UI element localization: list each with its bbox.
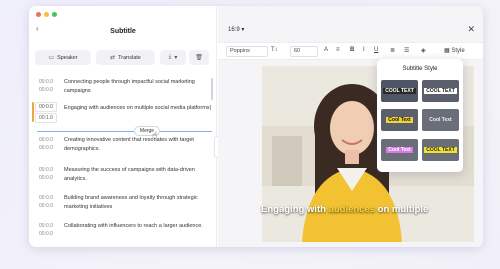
style-preset-4[interactable]: Cool Text <box>422 109 459 131</box>
text-size-icon[interactable]: T↕ <box>271 47 278 53</box>
end-time-input[interactable]: 00:1.0 <box>35 113 57 123</box>
download-icon: ⤓ <box>168 54 172 60</box>
row-time: 00:0.0 00:0.0 <box>39 194 53 210</box>
subtitle-row[interactable]: 00:0.0 00:0.0 Connecting people through … <box>29 76 217 100</box>
video-caption: Engaging with audiences on multiple <box>261 204 483 215</box>
row-time: 00:0.0 00:0.0 <box>39 136 53 152</box>
style-preset-6[interactable]: COOL TEXT <box>422 139 459 161</box>
caption-highlight: audiences <box>328 204 376 215</box>
subtitle-style-popover: Subtitle Style COOL TEXT COOL TEXT Cool … <box>377 59 463 172</box>
speaker-icon: ▭ <box>48 55 55 61</box>
speaker-label: Speaker <box>57 54 78 61</box>
style-preset-5[interactable]: Cool Text <box>381 139 418 161</box>
window-controls <box>36 12 57 17</box>
subtitle-row[interactable]: 00:0.0 00:0.0 Measuring the success of c… <box>29 164 217 188</box>
style-preset-1[interactable]: COOL TEXT <box>381 80 418 102</box>
subtitle-row[interactable]: 00:0.0 00:0.0 Collaborating with influen… <box>29 220 217 244</box>
style-button[interactable]: ▦ Style <box>444 47 465 54</box>
merge-divider <box>37 131 212 132</box>
underline-icon[interactable]: U <box>374 47 378 53</box>
caption-text: on multiple <box>375 204 429 215</box>
end-time: 00:0.0 <box>39 203 53 209</box>
preset-label: Cool Text <box>429 117 452 123</box>
scrollbar[interactable] <box>211 78 213 100</box>
close-icon[interactable]: ✕ <box>467 24 475 35</box>
translate-label: Translate <box>118 54 141 61</box>
subtitle-text[interactable]: Building brand awareness and loyalty thr… <box>64 194 212 211</box>
chevron-down-icon: ▾ <box>174 55 178 61</box>
font-select[interactable]: Poppins <box>226 46 268 57</box>
preset-label: COOL TEXT <box>424 88 457 94</box>
minimize-window-button[interactable] <box>44 12 49 17</box>
font-size-select[interactable]: 60 <box>290 46 318 57</box>
subtitle-row-active[interactable]: 00:0.0 00:1.0 Engaging with audiences on… <box>29 102 217 126</box>
align-right-icon[interactable]: ☰ <box>404 47 409 54</box>
active-indicator <box>32 102 34 122</box>
text-toolbar: Poppins T↕ 60 A ≡ B I U ≣ ☰ ◈ ▦ Style <box>218 42 483 60</box>
end-time: 00:0.0 <box>39 145 53 151</box>
aspect-ratio-select[interactable]: 16:9 ▾ <box>228 26 244 33</box>
start-time: 00:0.0 <box>39 167 53 173</box>
start-time: 00:0.0 <box>39 137 53 143</box>
preset-label: COOL TEXT <box>383 88 416 94</box>
bold-icon[interactable]: B <box>350 47 354 53</box>
italic-icon[interactable]: I <box>363 47 365 53</box>
translate-icon: ⇄ <box>110 55 116 61</box>
subtitle-panel: ‹ Subtitle ▭ Speaker ⇄ Translate ⤓ ▾ 🗑 0… <box>29 6 217 247</box>
delete-button[interactable]: 🗑 <box>189 50 209 65</box>
style-preset-2[interactable]: COOL TEXT <box>422 80 459 102</box>
caption-text: Engaging with <box>261 204 329 215</box>
chevron-down-icon: ▾ <box>241 27 245 33</box>
subtitle-text-input[interactable]: Engaging with audiences on multiple soci… <box>64 104 212 113</box>
panel-title: Subtitle <box>110 28 136 35</box>
align-left-icon[interactable]: ≣ <box>390 47 395 54</box>
maximize-window-button[interactable] <box>52 12 57 17</box>
end-time: 00:0.0 <box>39 87 53 93</box>
subtitle-row[interactable]: 00:0.0 00:0.0 Building brand awareness a… <box>29 192 217 216</box>
translate-button[interactable]: ⇄ Translate <box>96 50 155 65</box>
end-time: 00:0.0 <box>39 175 53 181</box>
start-time: 00:0.0 <box>39 79 53 85</box>
popover-title: Subtitle Style <box>402 66 438 72</box>
row-time-editor: 00:0.0 00:1.0 <box>35 102 59 124</box>
row-time: 00:0.0 00:0.0 <box>39 78 53 94</box>
style-label: Style <box>451 48 465 54</box>
aspect-ratio-value: 16:9 <box>228 27 240 33</box>
row-time: 00:0.0 00:0.0 <box>39 222 53 238</box>
start-time: 00:0.0 <box>39 223 53 229</box>
preset-label: Cool Text <box>386 147 413 153</box>
close-window-button[interactable] <box>36 12 41 17</box>
subtitle-row[interactable]: 00:0.0 00:0.0 Creating innovative conten… <box>29 134 217 158</box>
align-icon[interactable]: ≡ <box>336 47 340 53</box>
font-size-value: 60 <box>294 48 301 54</box>
pointer-cursor-icon: ☝ <box>152 130 158 140</box>
preset-label: COOL TEXT <box>424 147 457 153</box>
speaker-button[interactable]: ▭ Speaker <box>35 50 91 65</box>
trash-icon: 🗑 <box>195 55 203 61</box>
end-time: 00:0.0 <box>39 231 53 237</box>
start-time: 00:0.0 <box>39 195 53 201</box>
row-time: 00:0.0 00:0.0 <box>39 166 53 182</box>
highlight-icon[interactable]: ◈ <box>421 47 426 54</box>
subtitle-text[interactable]: Collaborating with influencers to reach … <box>64 222 212 231</box>
subtitle-text[interactable]: Connecting people through impactful soci… <box>64 78 212 95</box>
font-value: Poppins <box>230 48 250 54</box>
subtitle-text[interactable]: Measuring the success of campaigns with … <box>64 166 212 183</box>
export-button[interactable]: ⤓ ▾ <box>160 50 186 65</box>
style-preset-3[interactable]: Cool Text <box>381 109 418 131</box>
start-time-input[interactable]: 00:0.0 <box>35 102 57 112</box>
text-color-icon[interactable]: A <box>324 47 328 53</box>
preset-label: Cool Text <box>386 117 413 123</box>
subtitle-text[interactable]: Creating innovative content that resonat… <box>64 136 212 153</box>
